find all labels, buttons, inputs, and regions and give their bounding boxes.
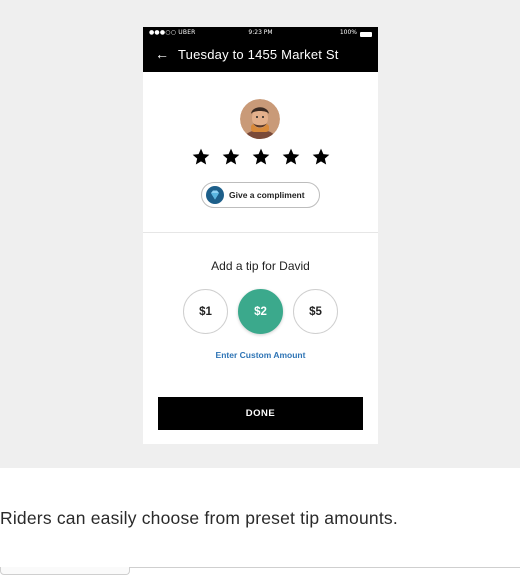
give-compliment-button[interactable]: Give a compliment	[201, 182, 320, 208]
star-icon[interactable]	[221, 147, 241, 167]
tip-option-1[interactable]: $1	[183, 289, 228, 334]
back-arrow-icon[interactable]: ←	[155, 46, 169, 62]
figure-caption: Riders can easily choose from preset tip…	[0, 508, 398, 528]
trip-title: Tuesday to 1455 Market St	[178, 47, 339, 62]
star-icon[interactable]	[191, 147, 211, 167]
battery-status: 100%	[340, 27, 372, 39]
tip-option-5[interactable]: $5	[293, 289, 338, 334]
phone-screen: ●●●○○ UBER 9:23 PM 100% ← Tuesday to 145…	[143, 27, 378, 444]
done-button[interactable]: DONE	[158, 397, 363, 430]
nav-bar: ← Tuesday to 1455 Market St	[143, 39, 378, 72]
diamond-icon	[206, 186, 224, 204]
star-rating	[143, 147, 378, 173]
driver-avatar	[240, 99, 280, 139]
tip-heading: Add a tip for David	[211, 259, 310, 273]
status-bar: ●●●○○ UBER 9:23 PM 100%	[143, 27, 378, 39]
bottom-tab	[0, 567, 130, 575]
custom-amount-link[interactable]: Enter Custom Amount	[143, 350, 378, 360]
battery-label: 100%	[339, 29, 357, 36]
star-icon[interactable]	[281, 147, 301, 167]
star-icon[interactable]	[251, 147, 271, 167]
driver-photo-icon	[240, 99, 280, 139]
star-icon[interactable]	[311, 147, 331, 167]
tip-option-2-selected[interactable]: $2	[238, 289, 283, 334]
compliment-label: Give a compliment	[229, 190, 305, 200]
section-divider	[143, 232, 378, 233]
battery-icon	[360, 32, 372, 37]
